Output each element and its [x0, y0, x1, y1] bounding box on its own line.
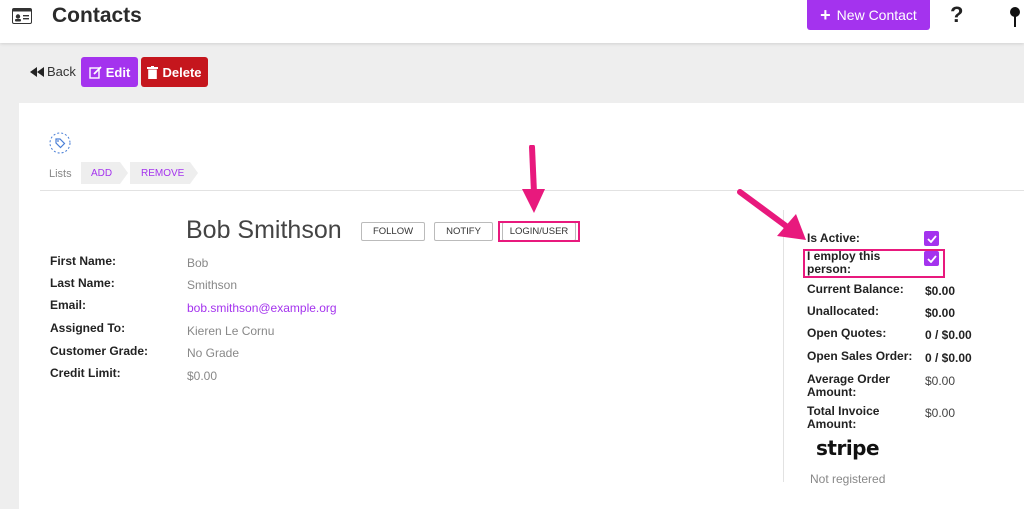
email-label: Email: [50, 298, 87, 312]
total-invoice-label: Total Invoice Amount: [807, 404, 880, 431]
back-arrow-icon [30, 66, 44, 77]
lists-label: Lists [49, 168, 72, 180]
open-sales-value: 0 / $0.00 [925, 351, 972, 365]
email-link[interactable]: bob.smithson@example.org [187, 301, 337, 315]
lists-add-button[interactable]: ADD [81, 162, 128, 184]
notify-button[interactable]: NOTIFY [434, 222, 493, 241]
new-contact-label: New Contact [836, 7, 917, 23]
annotation-arrow-diagonal [737, 189, 806, 240]
lists-remove-button[interactable]: REMOVE [130, 162, 198, 184]
first-name-value: Bob [187, 256, 209, 270]
current-balance-value: $0.00 [925, 284, 956, 298]
annotation-arrow-down [522, 145, 545, 213]
open-quotes-label: Open Quotes: [807, 326, 887, 340]
assigned-to-label: Assigned To: [50, 321, 126, 335]
help-icon[interactable]: ? [950, 2, 963, 28]
delete-button[interactable]: Delete [141, 57, 208, 87]
first-name-label: First Name: [50, 254, 117, 268]
open-quotes-value: 0 / $0.00 [925, 328, 972, 342]
vertical-divider [783, 210, 784, 482]
back-button[interactable]: Back [30, 64, 76, 79]
unallocated-value: $0.00 [925, 306, 956, 320]
customer-grade-value: No Grade [187, 346, 240, 360]
credit-limit-label: Credit Limit: [50, 366, 121, 380]
contact-card-icon [12, 8, 32, 24]
average-order-value: $0.00 [925, 374, 956, 388]
checkmark-icon [926, 234, 937, 243]
current-balance-label: Current Balance: [807, 282, 904, 296]
stripe-status: Not registered [810, 472, 886, 486]
page-title: Contacts [52, 4, 142, 27]
edit-label: Edit [105, 64, 131, 80]
new-contact-button[interactable]: + New Contact [807, 0, 930, 30]
delete-label: Delete [162, 64, 202, 80]
login-highlight-box [498, 221, 580, 242]
stripe-logo: stripe [816, 436, 880, 460]
map-pin-icon[interactable] [1008, 6, 1022, 28]
edit-button[interactable]: Edit [81, 57, 138, 87]
plus-icon: + [820, 5, 831, 25]
unallocated-label: Unallocated: [807, 304, 880, 318]
last-name-value: Smithson [187, 278, 238, 292]
contact-name: Bob Smithson [186, 216, 342, 244]
total-invoice-value: $0.00 [925, 406, 956, 420]
trash-icon [147, 65, 159, 79]
assigned-to-value: Kieren Le Cornu [187, 324, 275, 338]
credit-limit-value: $0.00 [187, 369, 218, 383]
open-sales-label: Open Sales Order: [807, 349, 913, 363]
is-active-label: Is Active: [807, 231, 860, 245]
edit-icon [89, 65, 102, 79]
customer-grade-label: Customer Grade: [50, 344, 149, 358]
top-bar: Contacts + New Contact ? [0, 0, 1024, 43]
employ-highlight-box [803, 249, 945, 278]
is-active-checkbox[interactable] [924, 231, 939, 246]
tag-icon[interactable] [49, 132, 71, 154]
last-name-label: Last Name: [50, 276, 115, 290]
back-label: Back [47, 64, 76, 79]
average-order-label: Average Order Amount: [807, 372, 890, 399]
follow-button[interactable]: FOLLOW [361, 222, 425, 241]
